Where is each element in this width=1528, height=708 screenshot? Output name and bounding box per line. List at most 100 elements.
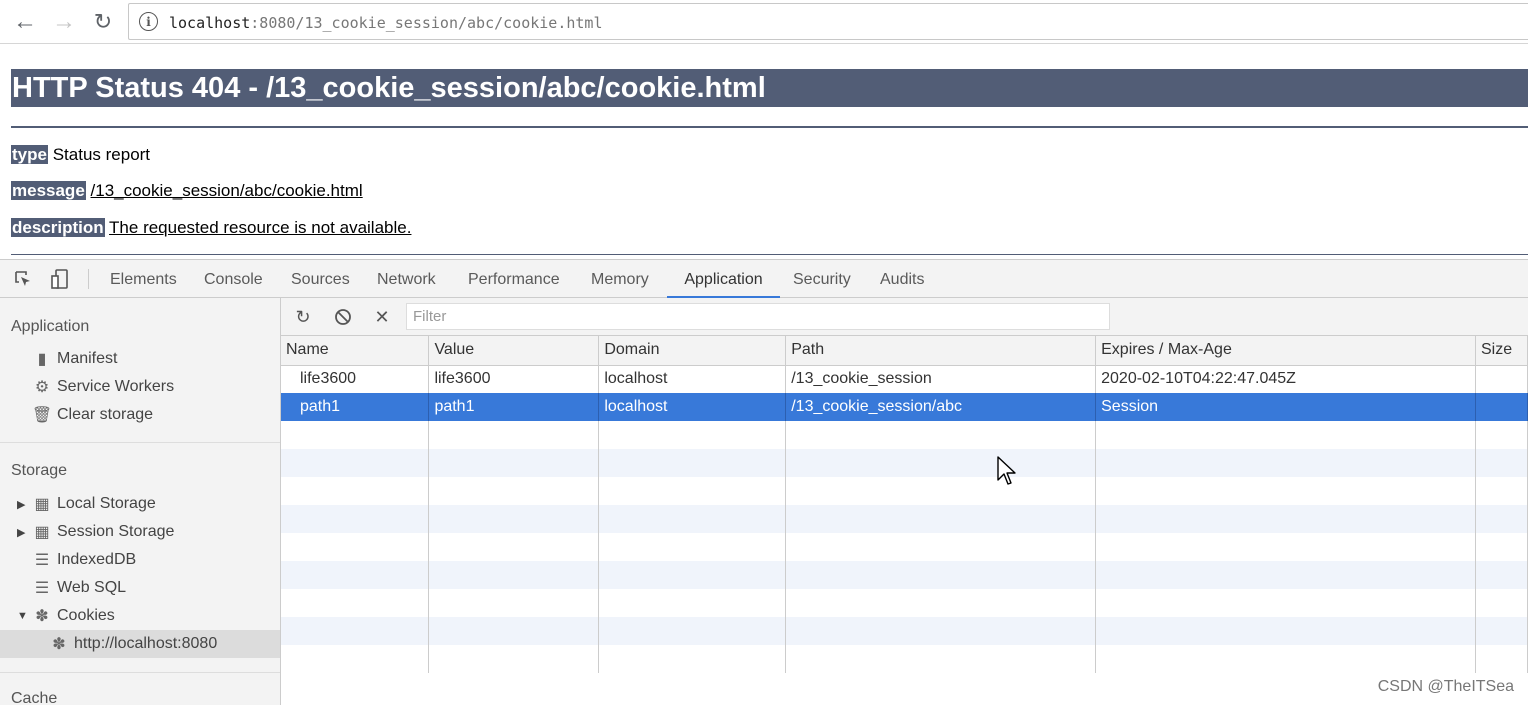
column-header-name[interactable]: Name xyxy=(281,336,430,366)
sidebar-divider xyxy=(0,442,280,443)
table-row-selected[interactable]: path1 path1 localhost /13_cookie_session… xyxy=(281,393,1528,421)
sidebar-item-label: Clear storage xyxy=(57,406,154,423)
empty-row xyxy=(281,617,1528,645)
sidebar-item-label: Web SQL xyxy=(57,579,127,596)
tab-audits[interactable]: Audits xyxy=(880,260,924,298)
cookie-value: life3600 xyxy=(428,365,600,393)
back-arrow-icon[interactable]: ← xyxy=(10,7,40,37)
empty-row xyxy=(281,449,1528,477)
sidebar-item-clear-storage[interactable]: 🗑 Clear storage xyxy=(31,402,153,428)
inspect-element-icon[interactable] xyxy=(13,269,33,289)
description-row: description The requested resource is no… xyxy=(11,218,411,238)
device-toolbar-icon[interactable] xyxy=(50,269,70,289)
column-header-path[interactable]: Path xyxy=(785,336,1097,366)
collapse-triangle-icon[interactable]: ▼ xyxy=(17,610,29,622)
database-icon: ☰ xyxy=(34,552,50,569)
empty-row xyxy=(281,477,1528,505)
toolbar-separator xyxy=(88,269,89,289)
type-row: type Status report xyxy=(11,145,150,165)
refresh-icon[interactable]: ↻ xyxy=(292,306,314,328)
table-row[interactable]: life3600 life3600 localhost /13_cookie_s… xyxy=(281,365,1528,393)
grid-icon: ▦ xyxy=(34,496,50,513)
trash-icon: 🗑 xyxy=(31,407,53,424)
sidebar-item-web-sql[interactable]: ☰ Web SQL xyxy=(31,575,126,601)
column-header-domain[interactable]: Domain xyxy=(598,336,787,366)
sidebar-item-indexeddb[interactable]: ☰ IndexedDB xyxy=(31,547,136,573)
column-header-size[interactable]: Size xyxy=(1475,336,1528,366)
sidebar-item-label: Manifest xyxy=(57,350,118,367)
sidebar-item-cookie-origin[interactable]: ✽ http://localhost:8080 xyxy=(48,631,217,657)
cookie-size xyxy=(1475,393,1528,421)
url-path: :8080/13_cookie_session/abc/cookie.html xyxy=(250,14,603,32)
sidebar-item-service-workers[interactable]: ⚙ Service Workers xyxy=(31,374,174,400)
sidebar-item-session-storage[interactable]: ▶ ▦ Session Storage xyxy=(17,519,174,545)
empty-row xyxy=(281,505,1528,533)
filter-input[interactable] xyxy=(406,303,1110,330)
expand-triangle-icon[interactable]: ▶ xyxy=(17,526,29,539)
message-label: message xyxy=(11,181,86,200)
empty-row xyxy=(281,561,1528,589)
sidebar-divider xyxy=(0,672,280,673)
tab-performance[interactable]: Performance xyxy=(468,260,560,298)
cookies-toolbar: ↻ ✕ xyxy=(281,298,1528,336)
sidebar-item-label: Session Storage xyxy=(57,523,175,540)
empty-row xyxy=(281,645,1528,673)
cookie-path: /13_cookie_session/abc xyxy=(785,393,1097,421)
tab-sources[interactable]: Sources xyxy=(291,260,350,298)
address-bar[interactable]: i localhost:8080/13_cookie_session/abc/c… xyxy=(128,3,1528,40)
column-header-expires[interactable]: Expires / Max-Age xyxy=(1095,336,1476,366)
info-icon[interactable]: i xyxy=(139,12,158,31)
tab-security[interactable]: Security xyxy=(793,260,851,298)
application-sidebar: Application ▮ Manifest ⚙ Service Workers 🗑… xyxy=(0,298,281,707)
cache-section-header: Cache xyxy=(11,690,58,707)
empty-row xyxy=(281,421,1528,449)
sidebar-item-label: http://localhost:8080 xyxy=(74,635,218,652)
forward-arrow-icon[interactable]: → xyxy=(49,7,79,37)
cookie-path: /13_cookie_session xyxy=(785,365,1097,393)
storage-section-header: Storage xyxy=(11,462,68,479)
tab-network[interactable]: Network xyxy=(377,260,436,298)
empty-row xyxy=(281,533,1528,561)
description-value: The requested resource is not available. xyxy=(109,218,412,237)
cookie-name: life3600 xyxy=(281,365,430,393)
page-title: HTTP Status 404 - /13_cookie_session/abc… xyxy=(11,69,1528,107)
tab-elements[interactable]: Elements xyxy=(110,260,177,298)
tab-memory[interactable]: Memory xyxy=(591,260,649,298)
cookie-name: path1 xyxy=(281,393,430,421)
table-header-row: Name Value Domain Path Expires / Max-Age… xyxy=(281,336,1528,366)
sidebar-item-label: Cookies xyxy=(57,607,115,624)
mouse-cursor-icon xyxy=(997,456,1016,485)
clear-all-icon[interactable] xyxy=(332,306,354,328)
reload-icon[interactable]: ↻ xyxy=(88,7,118,37)
expand-triangle-icon[interactable]: ▶ xyxy=(17,498,29,511)
application-section-header: Application xyxy=(11,318,90,335)
url-host: localhost xyxy=(169,14,251,32)
cookie-icon: ✽ xyxy=(52,636,66,653)
column-header-value[interactable]: Value xyxy=(428,336,600,366)
tab-application[interactable]: Application xyxy=(667,260,780,298)
delete-selected-icon[interactable]: ✕ xyxy=(371,306,393,328)
sidebar-item-manifest[interactable]: ▮ Manifest xyxy=(31,346,118,372)
cookie-icon: ✽ xyxy=(35,608,49,625)
devtools-panel: Elements Console Sources Network Perform… xyxy=(0,259,1528,707)
message-row: message /13_cookie_session/abc/cookie.ht… xyxy=(11,181,363,201)
document-icon: ▮ xyxy=(37,351,47,368)
cookies-panel: ↻ ✕ Name Value Domain Path Expires / Max… xyxy=(281,298,1528,705)
tab-console[interactable]: Console xyxy=(204,260,263,298)
sidebar-item-cookies[interactable]: ▼ ✽ Cookies xyxy=(17,603,115,629)
cookie-value: path1 xyxy=(428,393,600,421)
description-label: description xyxy=(11,218,105,237)
sidebar-item-label: Service Workers xyxy=(57,378,175,395)
cookie-expires: 2020-02-10T04:22:47.045Z xyxy=(1095,365,1476,393)
type-value: Status report xyxy=(52,145,151,164)
cookies-table: Name Value Domain Path Expires / Max-Age… xyxy=(281,336,1528,673)
message-value: /13_cookie_session/abc/cookie.html xyxy=(90,181,363,200)
cookie-domain: localhost xyxy=(598,393,787,421)
sidebar-item-local-storage[interactable]: ▶ ▦ Local Storage xyxy=(17,491,156,517)
devtools-tabbar: Elements Console Sources Network Perform… xyxy=(0,260,1528,298)
empty-row xyxy=(281,589,1528,617)
cookie-domain: localhost xyxy=(598,365,787,393)
watermark: CSDN @TheITSea xyxy=(1377,678,1514,695)
browser-toolbar: ← → ↻ i localhost:8080/13_cookie_session… xyxy=(0,0,1528,44)
database-icon: ☰ xyxy=(34,580,50,597)
